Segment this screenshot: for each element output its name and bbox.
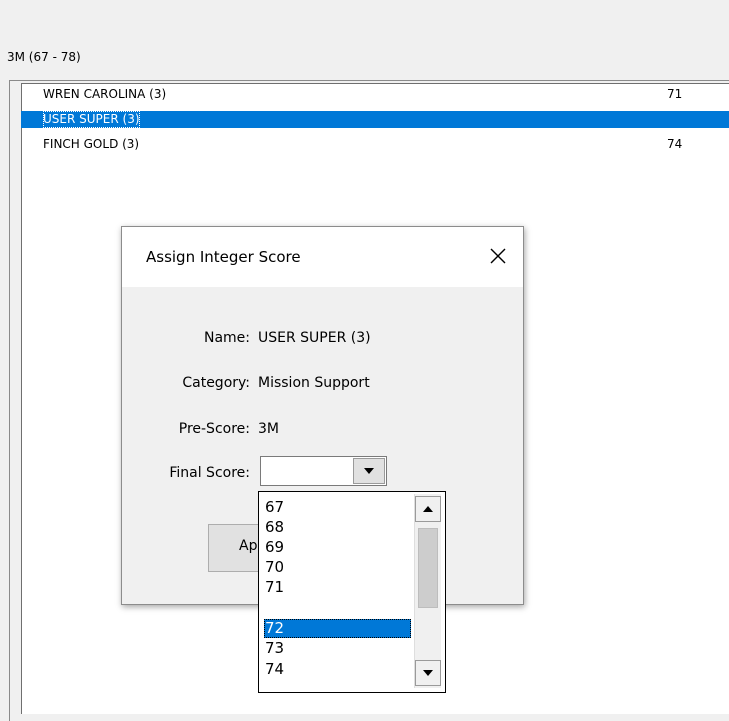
scroll-thumb[interactable] — [418, 528, 438, 608]
option-label: 74 — [265, 660, 285, 678]
dropdown-option[interactable]: 68 — [264, 518, 411, 537]
row-name: FINCH GOLD (3) — [43, 137, 140, 151]
row-score: 71 — [667, 87, 683, 101]
dropdown-scrollbar[interactable] — [414, 494, 441, 688]
dropdown-option[interactable]: 74 — [264, 660, 411, 679]
close-icon — [490, 248, 506, 264]
dropdown-option[interactable]: 71 — [264, 578, 411, 597]
final-score-combobox[interactable] — [260, 456, 387, 486]
list-row[interactable]: FINCH GOLD (3) 74 — [21, 136, 729, 153]
option-label: 71 — [265, 578, 285, 596]
chevron-down-icon — [364, 468, 374, 474]
option-label: 70 — [265, 558, 285, 576]
name-label: Name: — [203, 330, 250, 346]
option-label: 68 — [265, 518, 285, 536]
option-label: 67 — [265, 498, 285, 516]
apply-label: Ap — [239, 538, 258, 554]
combo-dropdown-button[interactable] — [353, 458, 385, 484]
category-value: Mission Support — [258, 375, 370, 391]
dropdown-option[interactable]: 73 — [264, 639, 411, 658]
category-label: Category: — [182, 375, 250, 391]
prescore-value: 3M — [258, 421, 279, 437]
dropdown-option[interactable]: 70 — [264, 558, 411, 577]
dialog-title: Assign Integer Score — [146, 248, 301, 266]
option-label: 69 — [265, 538, 285, 556]
scroll-down-button[interactable] — [415, 660, 441, 686]
dropdown-option[interactable]: 69 — [264, 538, 411, 557]
row-score: 74 — [667, 137, 683, 151]
chevron-up-icon — [423, 506, 433, 512]
list-row[interactable]: WREN CAROLINA (3) 71 — [21, 86, 729, 103]
close-button[interactable] — [483, 241, 513, 271]
dialog-titlebar[interactable]: Assign Integer Score — [122, 227, 523, 287]
option-label: 73 — [265, 639, 285, 657]
chevron-down-icon — [423, 670, 433, 676]
group-label: 3M (67 - 78) — [7, 50, 81, 64]
prescore-label: Pre-Score: — [178, 421, 250, 437]
row-name: USER SUPER (3) — [43, 111, 140, 128]
final-score-label: Final Score: — [169, 465, 250, 481]
dropdown-option[interactable]: 67 — [264, 498, 411, 517]
list-row[interactable]: USER SUPER (3) — [21, 111, 729, 128]
option-label: 72 — [265, 619, 285, 637]
row-name: WREN CAROLINA (3) — [43, 87, 167, 101]
scroll-up-button[interactable] — [415, 496, 441, 522]
dropdown-option-selected[interactable]: 72 — [264, 619, 411, 638]
name-value: USER SUPER (3) — [258, 330, 371, 346]
final-score-dropdown[interactable]: 67 68 69 70 71 72 73 74 — [258, 491, 446, 693]
